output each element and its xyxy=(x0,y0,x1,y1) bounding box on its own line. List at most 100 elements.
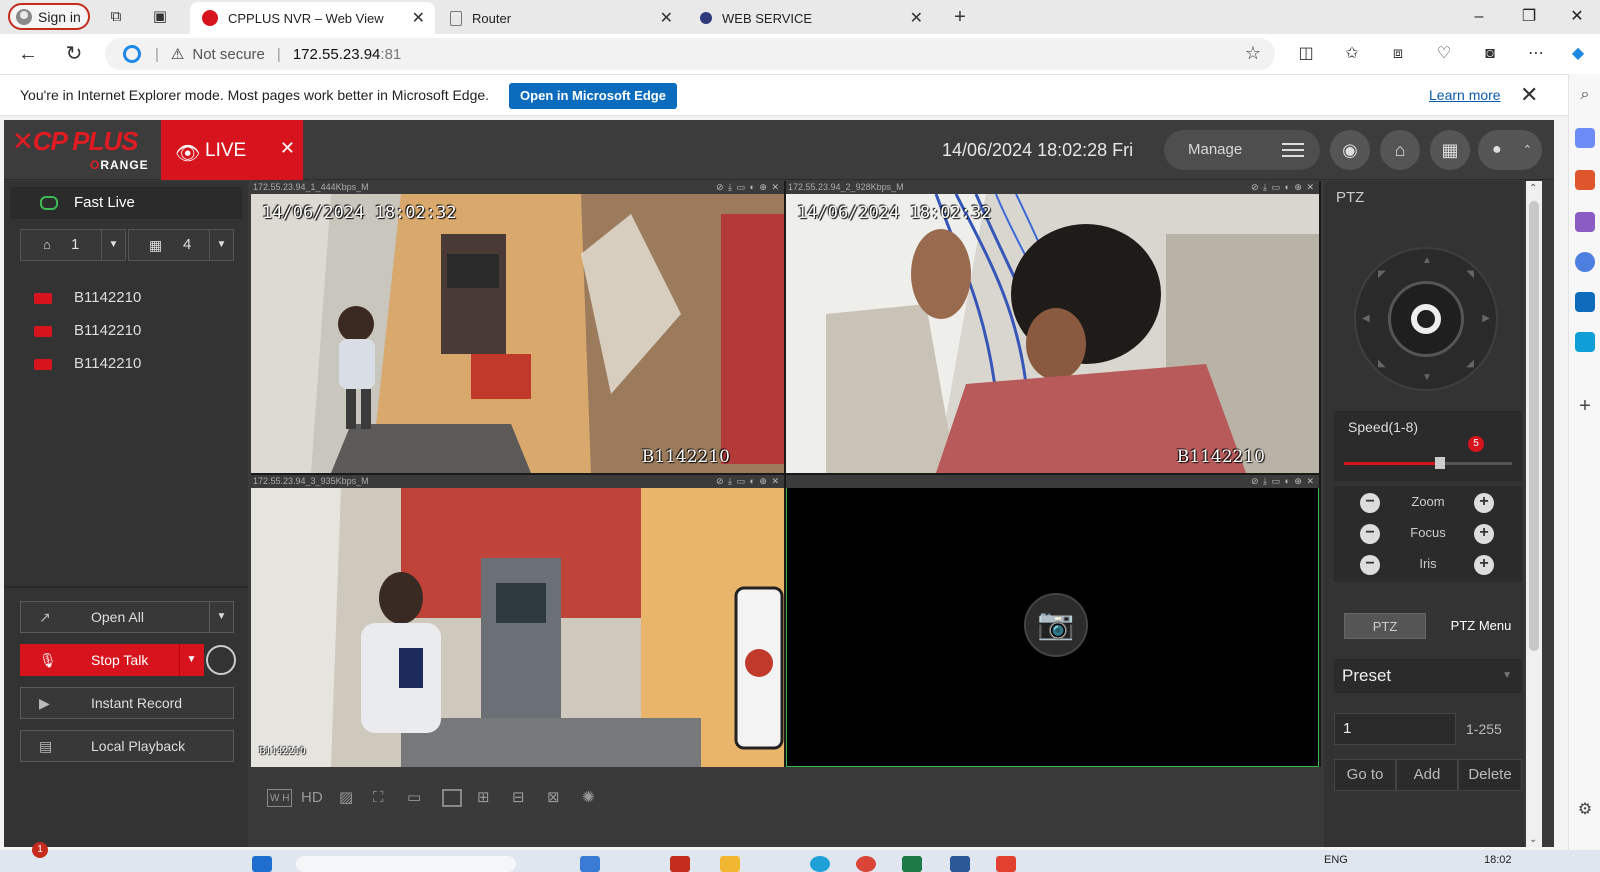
live-view-eye-icon[interactable]: ◉ xyxy=(1330,130,1370,170)
speed-slider[interactable] xyxy=(1344,457,1512,469)
manage-button[interactable]: Manage xyxy=(1164,130,1320,170)
close-tab-icon[interactable]: ✕ xyxy=(910,8,923,28)
talk-status-circle-icon[interactable] xyxy=(206,645,236,675)
focus-plus-icon[interactable]: + xyxy=(1474,524,1494,544)
window-tools-icon[interactable]: ⊘ ⤓ ▭ ◐ ⊕ ✕ xyxy=(1251,181,1315,194)
arrow-down-left-icon[interactable]: ◣ xyxy=(1378,358,1386,369)
qr-code-icon[interactable]: ▦ xyxy=(1430,130,1470,170)
tab-ptz[interactable]: PTZ xyxy=(1344,613,1426,639)
arrow-down-icon[interactable]: ▼ xyxy=(1422,372,1432,383)
chevron-down-icon[interactable]: ▼ xyxy=(179,645,203,675)
refresh-icon[interactable]: ↻ xyxy=(62,42,86,66)
arrow-up-left-icon[interactable]: ◤ xyxy=(1378,269,1386,280)
fullscreen-icon[interactable]: ▭ xyxy=(407,789,421,807)
fit-screen-icon[interactable]: ⛶ xyxy=(373,789,384,807)
tab-router[interactable]: Router ✕ xyxy=(438,2,683,34)
device-item[interactable]: B1142210 xyxy=(4,281,248,314)
edge-browser-icon[interactable] xyxy=(810,856,830,872)
speed-slider-handle[interactable] xyxy=(1435,457,1445,469)
close-infobar-icon[interactable]: ✕ xyxy=(1520,82,1538,108)
browser-essentials-icon[interactable]: ♡ xyxy=(1432,43,1456,65)
hd-toggle[interactable]: HD xyxy=(301,789,323,807)
workspaces-icon[interactable]: ⧉ xyxy=(106,7,126,27)
shopping-tag-icon[interactable] xyxy=(1575,128,1595,148)
video-window-1[interactable]: 172.55.23.94_1_444Kbps_M ⊘ ⤓ ▭ ◐ ⊕ ✕ 14/… xyxy=(251,181,784,473)
start-windows-icon[interactable] xyxy=(252,856,272,872)
arrow-left-icon[interactable]: ◀ xyxy=(1362,313,1370,324)
not-secure-label[interactable]: Not secure xyxy=(192,46,265,63)
more-options-icon[interactable]: ⋯ xyxy=(1524,43,1548,65)
tools-icon[interactable] xyxy=(1575,170,1595,190)
back-arrow-icon[interactable]: ← xyxy=(16,42,40,66)
stop-talk-button[interactable]: 🎙 Stop Talk ▼ xyxy=(20,644,204,676)
arrow-up-icon[interactable]: ▲ xyxy=(1422,255,1432,266)
minimize-icon[interactable]: – xyxy=(1456,4,1502,30)
favorite-star-icon[interactable]: ☆ xyxy=(1245,43,1261,64)
games-icon[interactable] xyxy=(1575,212,1595,232)
chevron-down-icon[interactable]: ▼ xyxy=(209,602,233,632)
window-tools-icon[interactable]: ⊘ ⤓ ▭ ◐ ⊕ ✕ xyxy=(716,475,780,488)
video-window-3[interactable]: 172.55.23.94_3_935Kbps_M ⊘ ⤓ ▭ ◐ ⊕ ✕ B11… xyxy=(251,475,784,767)
tab-ptz-menu[interactable]: PTZ Menu xyxy=(1438,613,1524,639)
chrome-browser-icon[interactable] xyxy=(856,856,876,872)
notification-badge[interactable]: 1 xyxy=(32,842,48,858)
add-sidebar-icon[interactable]: + xyxy=(1575,396,1595,416)
scroll-down-icon[interactable]: ⌄ xyxy=(1529,834,1537,845)
window-tools-icon[interactable]: ⊘ ⤓ ▭ ◐ ⊕ ✕ xyxy=(716,181,780,194)
copilot-icon[interactable]: ◆ xyxy=(1566,43,1590,65)
layout-1-icon[interactable] xyxy=(442,789,462,807)
layout-select[interactable]: ▦ 4 ▼ xyxy=(128,229,234,261)
taskbar-search-box[interactable] xyxy=(296,856,516,872)
local-playback-button[interactable]: ▤ Local Playback xyxy=(20,730,234,762)
telegram-icon[interactable] xyxy=(1575,332,1595,352)
live-tab[interactable]: 👁 LIVE ✕ xyxy=(161,120,303,180)
file-explorer-icon[interactable] xyxy=(720,856,740,872)
system-clock[interactable]: 18:02 xyxy=(1484,854,1512,866)
settings-gear-icon[interactable]: ⚙ xyxy=(1575,800,1595,820)
collections-icon[interactable]: ⧈ xyxy=(1386,43,1410,65)
tab-web-service[interactable]: WEB SERVICE ✕ xyxy=(688,2,933,34)
language-indicator[interactable]: ENG xyxy=(1324,854,1348,866)
ie-mode-icon[interactable] xyxy=(123,45,141,63)
learn-more-link[interactable]: Learn more xyxy=(1429,87,1501,103)
home-icon[interactable]: ⌂ xyxy=(1380,130,1420,170)
delete-preset-button[interactable]: Delete xyxy=(1458,759,1522,791)
scroll-up-icon[interactable]: ⌃ xyxy=(1529,183,1537,194)
copilot-app-icon[interactable] xyxy=(1575,252,1595,272)
user-menu-button[interactable]: ● ⌃ xyxy=(1478,130,1542,170)
zoom-in-plus-icon[interactable]: + xyxy=(1474,493,1494,513)
taskbar-app-icon[interactable] xyxy=(996,856,1016,872)
close-tab-icon[interactable]: ✕ xyxy=(660,8,673,28)
preset-number-input[interactable]: 1 xyxy=(1334,713,1456,745)
open-in-edge-button[interactable]: Open in Microsoft Edge xyxy=(509,83,677,109)
close-tab-icon[interactable]: ✕ xyxy=(412,8,425,28)
layout-6-icon[interactable]: ⊟ xyxy=(512,789,525,807)
taskbar-app-icon[interactable] xyxy=(580,856,600,872)
window-close-icon[interactable]: ✕ xyxy=(1554,4,1600,30)
arrow-down-right-icon[interactable]: ◢ xyxy=(1466,358,1474,369)
ptz-center-button[interactable] xyxy=(1388,281,1464,357)
ptz-direction-wheel[interactable]: ▲ ▼ ◀ ▶ ◤ ◥ ◣ ◢ xyxy=(1354,247,1498,391)
arrow-right-icon[interactable]: ▶ xyxy=(1482,313,1490,324)
window-tools-icon[interactable]: ⊘ ⤓ ▭ ◐ ⊕ ✕ xyxy=(1251,475,1315,488)
outlook-icon[interactable] xyxy=(1575,292,1595,312)
tab-actions-icon[interactable]: ▣ xyxy=(150,7,170,27)
preset-dropdown[interactable]: Preset ▼ xyxy=(1334,659,1522,693)
layout-4-icon[interactable]: ⊞ xyxy=(477,789,490,807)
video-window-2[interactable]: 172.55.23.94_2_928Kbps_M ⊘ ⤓ ▭ ◐ ⊕ ✕ 14/… xyxy=(786,181,1319,473)
instant-record-button[interactable]: ▶ Instant Record xyxy=(20,687,234,719)
device-item[interactable]: B1142210 xyxy=(4,347,248,380)
scrollbar-thumb[interactable] xyxy=(1529,201,1539,651)
iris-plus-icon[interactable]: + xyxy=(1474,555,1494,575)
video-window-4-empty[interactable]: ⊘ ⤓ ▭ ◐ ⊕ ✕ 📷 xyxy=(786,475,1319,767)
arrow-up-right-icon[interactable]: ◥ xyxy=(1466,269,1474,280)
search-icon[interactable]: ⌕ xyxy=(1575,86,1595,106)
window-size-icon[interactable]: W H xyxy=(267,789,293,807)
maximize-icon[interactable]: ❐ xyxy=(1506,4,1552,30)
excel-icon[interactable] xyxy=(902,856,922,872)
layout-8-icon[interactable]: ⊠ xyxy=(547,789,560,807)
split-screen-icon[interactable]: ◫ xyxy=(1294,43,1318,65)
performance-icon[interactable]: ◙ xyxy=(1478,43,1502,65)
device-item[interactable]: B1142210 xyxy=(4,314,248,347)
stream-select[interactable]: ⌂ 1 ▼ xyxy=(20,229,126,261)
